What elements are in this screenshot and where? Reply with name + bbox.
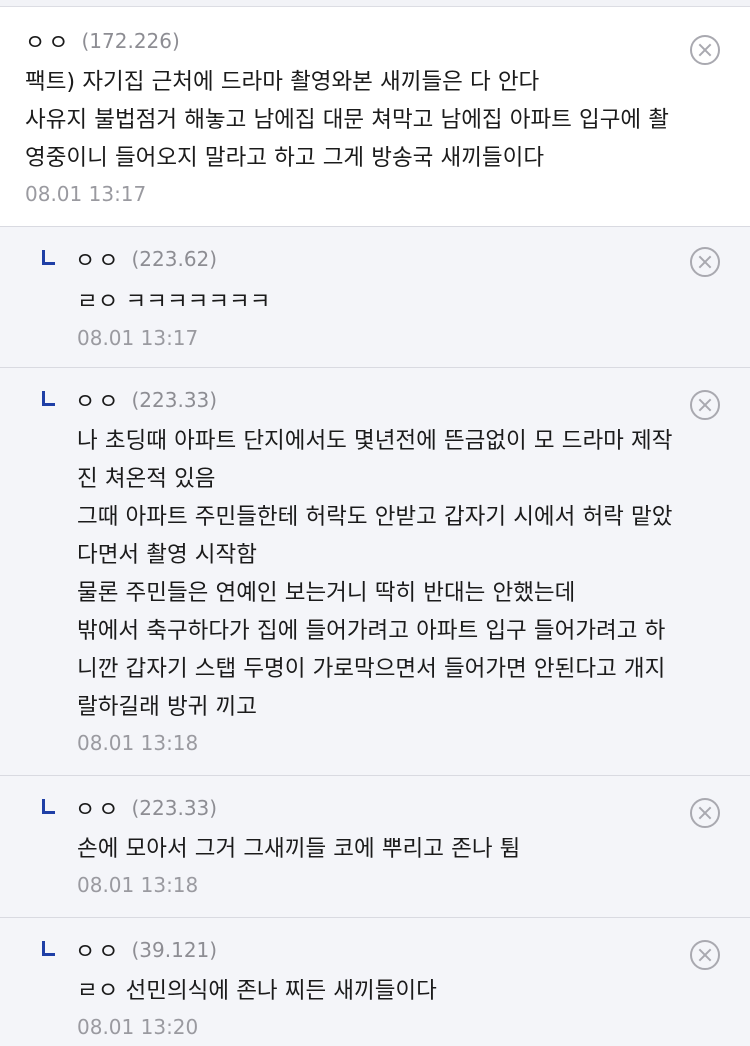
comment-line: ㄹㅇ ㅋㅋㅋㅋㅋㅋㅋ bbox=[77, 289, 271, 315]
comment-line: 손에 모아서 그거 그새끼들 코에 뿌리고 존나 튐 bbox=[77, 836, 521, 862]
reply-comment: ㅇㅇ (39.121) ㄹㅇ 선민의식에 존나 찌든 새끼들이다 08.01 1… bbox=[0, 918, 750, 1046]
comment-line: 니깐 갑자기 스탭 두명이 가로막으면서 들어가면 안된다고 개지 bbox=[77, 656, 666, 682]
author-name[interactable]: ㅇㅇ bbox=[75, 934, 121, 966]
author-name[interactable]: ㅇㅇ bbox=[75, 792, 121, 824]
comment-timestamp: 08.01 13:18 bbox=[77, 873, 199, 897]
close-circle-icon[interactable] bbox=[690, 940, 720, 970]
top-divider bbox=[0, 0, 750, 7]
close-circle-icon[interactable] bbox=[690, 247, 720, 277]
comment-timestamp: 08.01 13:20 bbox=[77, 1015, 199, 1039]
comment-line: 그때 아파트 주민들한테 허락도 안받고 갑자기 시에서 허락 맡았 bbox=[77, 504, 673, 530]
comment-body: ㄹㅇ ㅋㅋㅋㅋㅋㅋㅋ bbox=[77, 283, 750, 321]
close-circle-icon[interactable] bbox=[690, 390, 720, 420]
comment-line: 다면서 촬영 시작함 bbox=[77, 542, 257, 568]
comment-line: 나 초딩때 아파트 단지에서도 몇년전에 뜬금없이 모 드라마 제작 bbox=[77, 428, 673, 454]
reply-arrow-icon bbox=[42, 390, 55, 406]
reply-comment: ㅇㅇ (223.62) ㄹㅇ ㅋㅋㅋㅋㅋㅋㅋ 08.01 13:17 bbox=[0, 227, 750, 368]
author-ip: (223.62) bbox=[131, 247, 218, 271]
comment-line: 물론 주민들은 연예인 보는거니 딱히 반대는 안했는데 bbox=[77, 580, 576, 606]
author-name[interactable]: ㅇㅇ bbox=[75, 384, 121, 416]
comment-line: ㄹㅇ 선민의식에 존나 찌든 새끼들이다 bbox=[77, 978, 437, 1004]
reply-arrow-icon bbox=[42, 798, 55, 814]
comment-timestamp: 08.01 13:17 bbox=[25, 182, 147, 206]
comment-timestamp: 08.01 13:18 bbox=[77, 731, 199, 755]
author-ip: (39.121) bbox=[131, 938, 218, 962]
comment-body: 팩트) 자기집 근처에 드라마 촬영와본 새끼들은 다 안다 사유지 불법점거 … bbox=[25, 63, 750, 177]
close-circle-icon[interactable] bbox=[690, 798, 720, 828]
comment-timestamp: 08.01 13:17 bbox=[77, 326, 199, 350]
author-ip: (223.33) bbox=[131, 796, 218, 820]
author-ip: (172.226) bbox=[81, 29, 180, 53]
comment-header: ㅇㅇ (39.121) bbox=[42, 934, 750, 966]
comment: ㅇㅇ (172.226) 팩트) 자기집 근처에 드라마 촬영와본 새끼들은 다… bbox=[0, 7, 750, 227]
reply-arrow-icon bbox=[42, 940, 55, 956]
comment-line: 사유지 불법점거 해놓고 남에집 대문 쳐막고 남에집 아파트 입구에 촬 bbox=[25, 107, 669, 133]
comment-line: 진 쳐온적 있음 bbox=[77, 466, 216, 492]
comment-line: 랄하길래 방귀 끼고 bbox=[77, 694, 257, 720]
reply-comment: ㅇㅇ (223.33) 손에 모아서 그거 그새끼들 코에 뿌리고 존나 튐 0… bbox=[0, 776, 750, 918]
author-ip: (223.33) bbox=[131, 388, 218, 412]
reply-comment: ㅇㅇ (223.33) 나 초딩때 아파트 단지에서도 몇년전에 뜬금없이 모 … bbox=[0, 368, 750, 776]
reply-arrow-icon bbox=[42, 249, 55, 265]
comment-body: 손에 모아서 그거 그새끼들 코에 뿌리고 존나 튐 bbox=[77, 830, 750, 868]
author-name[interactable]: ㅇㅇ bbox=[75, 243, 121, 275]
comment-line: 팩트) 자기집 근처에 드라마 촬영와본 새끼들은 다 안다 bbox=[25, 69, 540, 95]
close-circle-icon[interactable] bbox=[690, 35, 720, 65]
comment-header: ㅇㅇ (223.62) bbox=[42, 243, 750, 275]
comment-line: 밖에서 축구하다가 집에 들어가려고 아파트 입구 들어가려고 하 bbox=[77, 618, 666, 644]
comment-header: ㅇㅇ (223.33) bbox=[42, 384, 750, 416]
comment-body: ㄹㅇ 선민의식에 존나 찌든 새끼들이다 bbox=[77, 972, 750, 1010]
author-name[interactable]: ㅇㅇ bbox=[25, 25, 71, 57]
comment-header: ㅇㅇ (172.226) bbox=[25, 25, 750, 57]
comment-header: ㅇㅇ (223.33) bbox=[42, 792, 750, 824]
comment-line: 영중이니 들어오지 말라고 하고 그게 방송국 새끼들이다 bbox=[25, 145, 545, 171]
comment-body: 나 초딩때 아파트 단지에서도 몇년전에 뜬금없이 모 드라마 제작 진 쳐온적… bbox=[77, 422, 750, 726]
